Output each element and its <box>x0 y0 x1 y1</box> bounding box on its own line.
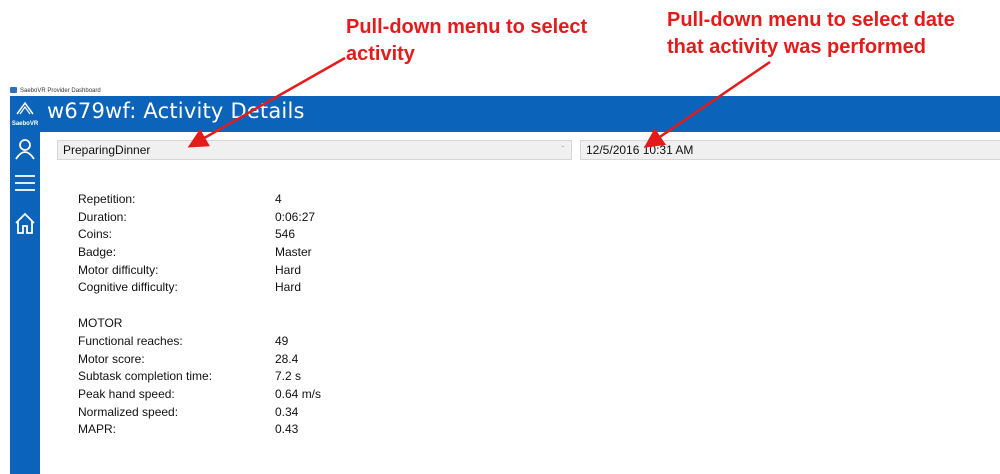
date-dropdown[interactable]: 12/5/2016 10:31 AM <box>580 140 1000 160</box>
app-header: SaeboVR w679wf: Activity Details <box>10 96 1000 132</box>
activity-annotation: Pull-down menu to select activity <box>346 16 588 65</box>
window-title: SaeboVR Provider Dashboard <box>20 88 101 94</box>
main-content: PreparingDinner ˇ 12/5/2016 10:31 AM Rep… <box>40 132 1000 474</box>
chevron-down-icon: ˇ <box>561 145 564 154</box>
menu-icon[interactable] <box>14 172 36 194</box>
page-title: w679wf: Activity Details <box>47 99 305 123</box>
date-annotation: Pull-down menu to select date that activ… <box>667 9 955 58</box>
window-titlebar: SaeboVR Provider Dashboard <box>10 86 1000 96</box>
logo-mountain-icon <box>16 101 34 115</box>
saebovr-logo: SaeboVR <box>10 96 40 132</box>
logo-text: SaeboVR <box>11 121 39 127</box>
activity-dropdown[interactable]: PreparingDinner ˇ <box>57 140 572 160</box>
app-icon <box>10 87 17 94</box>
user-icon[interactable] <box>14 138 36 160</box>
sidebar <box>10 132 40 474</box>
date-value: 12/5/2016 10:31 AM <box>586 143 694 157</box>
home-icon[interactable] <box>14 212 36 234</box>
activity-value: PreparingDinner <box>63 143 151 157</box>
